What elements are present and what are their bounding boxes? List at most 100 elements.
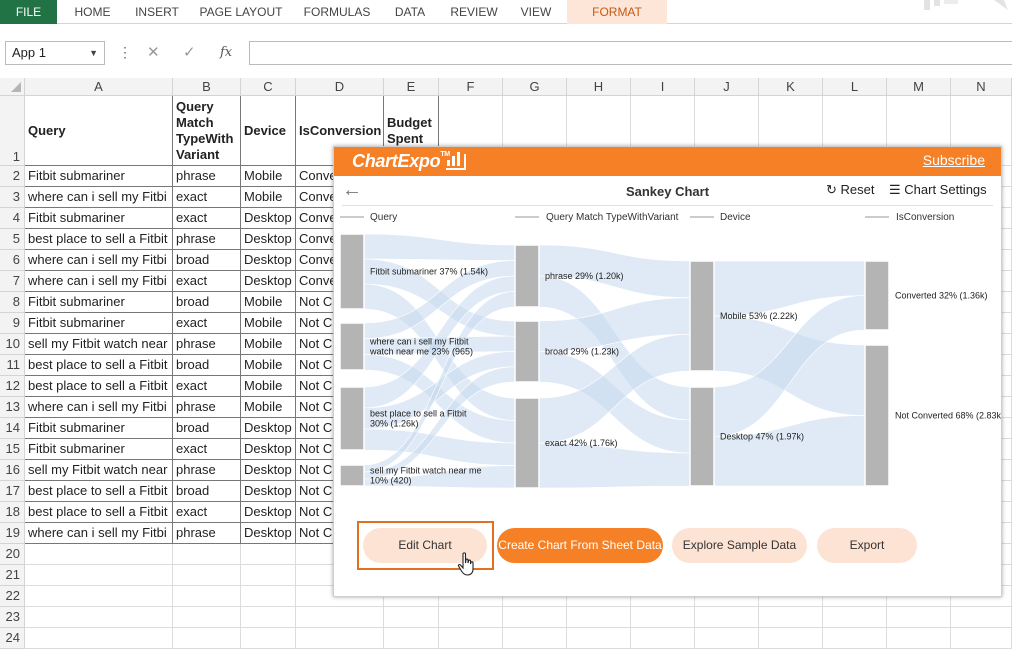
row-header-13[interactable]: 13 xyxy=(0,397,25,418)
row-header-19[interactable]: 19 xyxy=(0,523,25,544)
tab-file[interactable]: FILE xyxy=(0,0,57,24)
table-cell[interactable]: sell my Fitbit watch near xyxy=(25,460,173,481)
tab-page-layout[interactable]: PAGE LAYOUT xyxy=(194,0,288,24)
table-cell[interactable]: exact xyxy=(173,502,241,523)
column-header-a[interactable]: A xyxy=(25,78,173,96)
grid-cell[interactable] xyxy=(439,628,503,649)
tab-review[interactable]: REVIEW xyxy=(442,0,506,24)
row-header-16[interactable]: 16 xyxy=(0,460,25,481)
sankey-node[interactable] xyxy=(339,322,365,371)
table-cell[interactable]: best place to sell a Fitbit xyxy=(25,376,173,397)
row-header-21[interactable]: 21 xyxy=(0,565,25,586)
column-header-e[interactable]: E xyxy=(384,78,439,96)
grid-cell[interactable] xyxy=(567,607,631,628)
back-arrow-icon[interactable]: ← xyxy=(342,179,362,202)
formula-input[interactable] xyxy=(249,41,1012,65)
table-cell[interactable]: broad xyxy=(173,418,241,439)
row-header-15[interactable]: 15 xyxy=(0,439,25,460)
grid-cell[interactable] xyxy=(25,586,173,607)
table-cell[interactable]: exact xyxy=(173,208,241,229)
table-cell[interactable]: phrase xyxy=(173,229,241,250)
grid-cell[interactable] xyxy=(951,628,1012,649)
table-cell[interactable]: Mobile xyxy=(241,187,296,208)
table-cell[interactable]: phrase xyxy=(173,460,241,481)
table-cell[interactable]: Mobile xyxy=(241,166,296,187)
header-cell[interactable]: Query Match TypeWith Variant xyxy=(173,96,241,166)
grid-cell[interactable] xyxy=(296,607,384,628)
grid-cell[interactable] xyxy=(951,607,1012,628)
table-cell[interactable]: best place to sell a Fitbit xyxy=(25,502,173,523)
table-cell[interactable]: Desktop xyxy=(241,460,296,481)
name-box[interactable]: App 1 ▼ xyxy=(5,41,105,65)
table-cell[interactable]: phrase xyxy=(173,523,241,544)
row-header-9[interactable]: 9 xyxy=(0,313,25,334)
column-header-d[interactable]: D xyxy=(296,78,384,96)
table-cell[interactable]: Desktop xyxy=(241,208,296,229)
table-cell[interactable]: phrase xyxy=(173,397,241,418)
table-cell[interactable]: Mobile xyxy=(241,355,296,376)
table-cell[interactable]: Desktop xyxy=(241,523,296,544)
tab-format[interactable]: FORMAT xyxy=(567,0,667,24)
grid-cell[interactable] xyxy=(631,607,695,628)
sankey-node[interactable] xyxy=(689,386,715,487)
grid-cell[interactable] xyxy=(296,628,384,649)
table-cell[interactable]: best place to sell a Fitbit xyxy=(25,481,173,502)
create-chart-from-sheet-data-button[interactable]: Create Chart From Sheet Data xyxy=(497,528,663,563)
grid-cell[interactable] xyxy=(823,607,887,628)
sankey-node[interactable] xyxy=(514,397,540,489)
drag-handle-icon[interactable]: ⋮ xyxy=(118,44,132,61)
grid-cell[interactable] xyxy=(241,586,296,607)
sankey-node[interactable] xyxy=(339,464,365,487)
table-cell[interactable]: Desktop xyxy=(241,271,296,292)
grid-cell[interactable] xyxy=(695,628,759,649)
reset-button[interactable]: ↻ Reset xyxy=(826,182,875,198)
grid-cell[interactable] xyxy=(439,607,503,628)
row-header-5[interactable]: 5 xyxy=(0,229,25,250)
table-cell[interactable]: where can i sell my Fitbi xyxy=(25,187,173,208)
grid-cell[interactable] xyxy=(384,607,439,628)
table-cell[interactable]: where can i sell my Fitbi xyxy=(25,250,173,271)
column-header-j[interactable]: J xyxy=(695,78,759,96)
row-header-20[interactable]: 20 xyxy=(0,544,25,565)
grid-cell[interactable] xyxy=(25,607,173,628)
grid-cell[interactable] xyxy=(25,565,173,586)
table-cell[interactable]: broad xyxy=(173,355,241,376)
table-cell[interactable]: exact xyxy=(173,376,241,397)
header-cell[interactable]: Device xyxy=(241,96,296,166)
table-cell[interactable]: where can i sell my Fitbi xyxy=(25,397,173,418)
table-cell[interactable]: Desktop xyxy=(241,418,296,439)
table-cell[interactable]: best place to sell a Fitbit xyxy=(25,355,173,376)
grid-cell[interactable] xyxy=(759,628,823,649)
row-header-7[interactable]: 7 xyxy=(0,271,25,292)
sankey-node[interactable] xyxy=(339,233,365,310)
table-cell[interactable]: Desktop xyxy=(241,481,296,502)
table-cell[interactable]: Fitbit submariner xyxy=(25,208,173,229)
grid-cell[interactable] xyxy=(173,544,241,565)
table-cell[interactable]: exact xyxy=(173,271,241,292)
table-cell[interactable]: broad xyxy=(173,481,241,502)
table-cell[interactable]: Desktop xyxy=(241,439,296,460)
grid-cell[interactable] xyxy=(823,628,887,649)
table-cell[interactable]: broad xyxy=(173,292,241,313)
column-header-l[interactable]: L xyxy=(823,78,887,96)
grid-cell[interactable] xyxy=(695,607,759,628)
grid-cell[interactable] xyxy=(173,607,241,628)
sankey-link[interactable] xyxy=(363,233,516,261)
sankey-node[interactable] xyxy=(689,260,715,372)
table-cell[interactable]: where can i sell my Fitbi xyxy=(25,271,173,292)
table-cell[interactable]: Desktop xyxy=(241,229,296,250)
column-header-g[interactable]: G xyxy=(503,78,567,96)
check-icon[interactable]: ✓ xyxy=(183,42,196,64)
tab-data[interactable]: DATA xyxy=(386,0,434,24)
row-header-1[interactable]: 1 xyxy=(0,96,25,166)
table-cell[interactable]: Mobile xyxy=(241,292,296,313)
grid-cell[interactable] xyxy=(759,607,823,628)
grid-cell[interactable] xyxy=(503,607,567,628)
tab-formulas[interactable]: FORMULAS xyxy=(296,0,378,24)
grid-cell[interactable] xyxy=(173,628,241,649)
table-cell[interactable]: exact xyxy=(173,439,241,460)
column-header-k[interactable]: K xyxy=(759,78,823,96)
grid-cell[interactable] xyxy=(887,628,951,649)
sankey-node[interactable] xyxy=(514,244,540,308)
grid-cell[interactable] xyxy=(567,628,631,649)
